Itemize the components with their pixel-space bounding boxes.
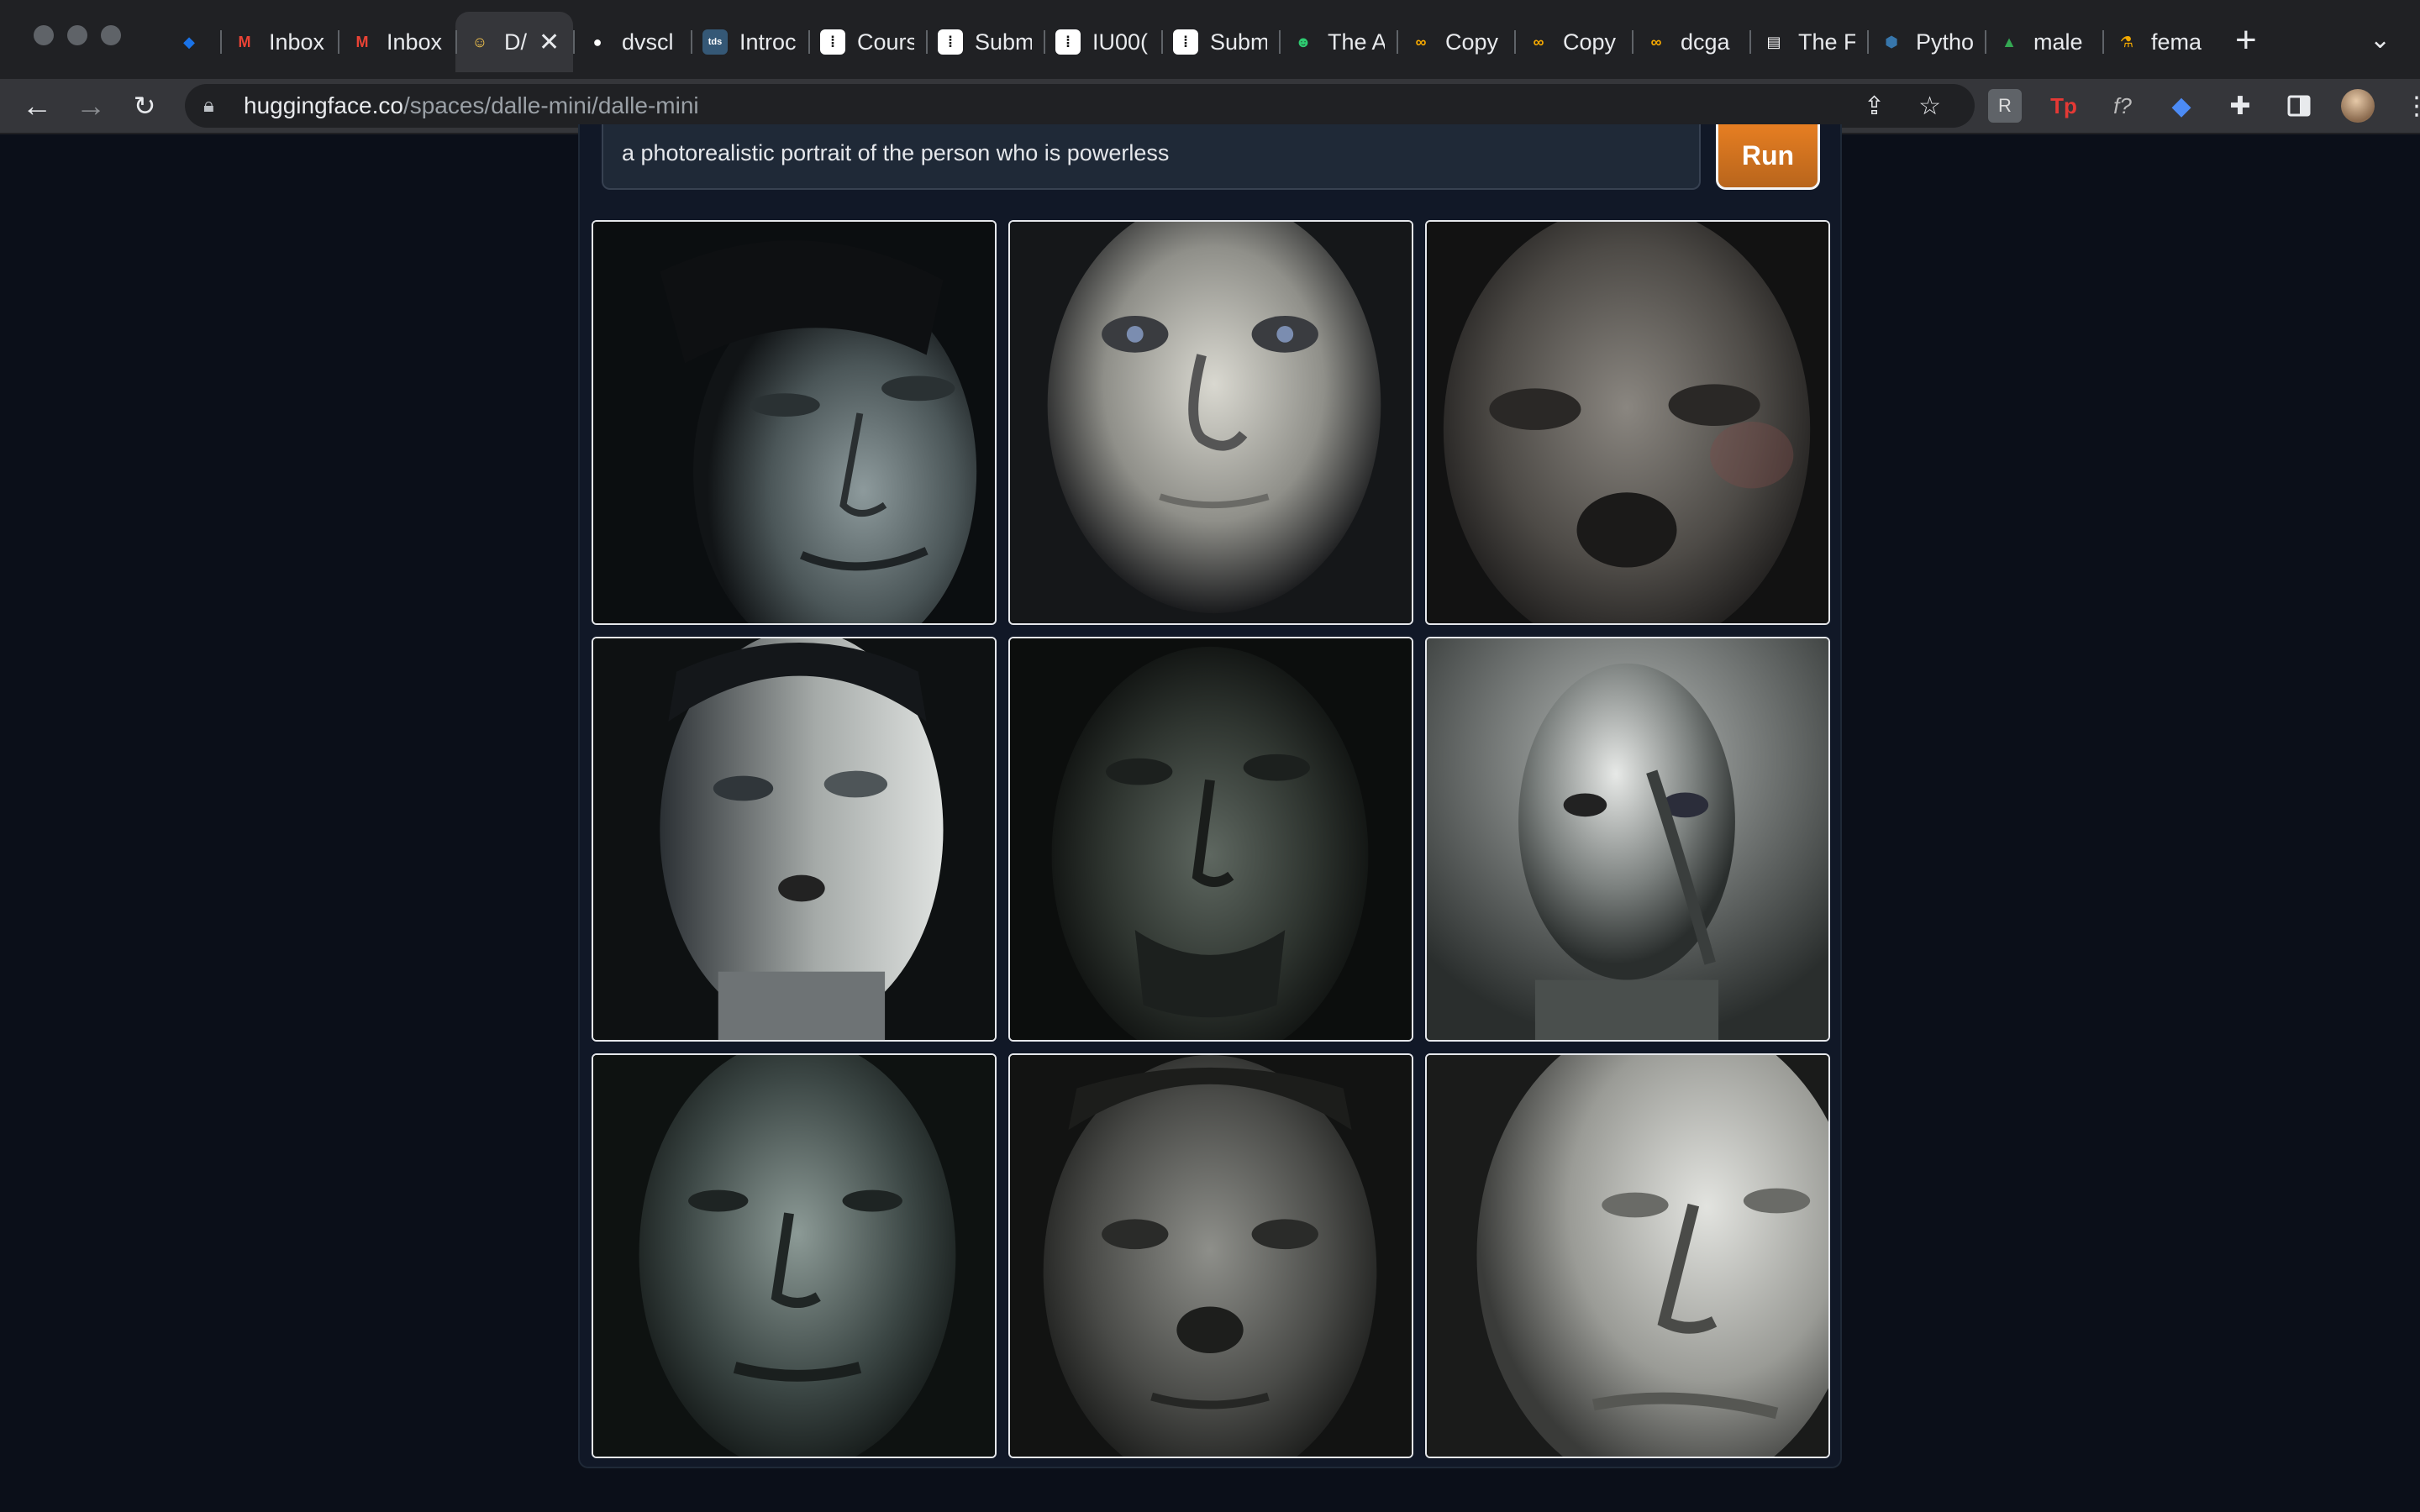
tds-icon: tds	[702, 29, 728, 55]
gmail-icon: M	[238, 33, 251, 50]
browser-tab-12[interactable]: ∞ Copy	[1397, 12, 1514, 72]
tab-title: dvscl	[622, 29, 674, 55]
github-icon: ●	[592, 33, 602, 50]
flask-icon: ⚗	[2119, 33, 2134, 50]
prompt-input[interactable]: a photorealistic portrait of the person …	[602, 124, 1701, 190]
generated-image-5[interactable]	[1008, 637, 1413, 1042]
minimize-window-button[interactable]	[67, 25, 87, 45]
run-button[interactable]: Run	[1716, 124, 1820, 190]
browser-tab-1[interactable]: ◆	[165, 12, 220, 72]
browser-tab-9[interactable]: ⁞ IU00(	[1044, 12, 1161, 72]
browser-tab-15[interactable]: ▤ The F	[1749, 12, 1867, 72]
window-controls	[34, 25, 121, 45]
tab-search-chevron-icon[interactable]: ⌄	[2370, 25, 2391, 55]
new-tab-button[interactable]: +	[2235, 22, 2257, 59]
browser-tab-8[interactable]: ⁞ Subm	[926, 12, 1044, 72]
gem-extension-icon[interactable]: ◆	[2165, 89, 2198, 123]
colab-icon: ∞	[1533, 33, 1544, 50]
browser-tab-2[interactable]: M Inbox	[220, 12, 338, 72]
generated-image-1[interactable]	[592, 220, 997, 625]
browser-menu-icon[interactable]: ⋮	[2400, 89, 2420, 123]
gem-icon: ◆	[183, 33, 195, 50]
browser-tab-13[interactable]: ∞ Copy	[1514, 12, 1632, 72]
generated-image-7[interactable]	[592, 1053, 997, 1458]
colab-icon: ∞	[1415, 33, 1427, 50]
generated-image-9[interactable]	[1425, 1053, 1830, 1458]
tab-title: The A	[1328, 29, 1385, 55]
tab-title: Cours	[857, 29, 914, 55]
tab-title: Subm	[975, 29, 1032, 55]
gmail-icon: M	[355, 33, 369, 50]
hugging-face-icon: ☺	[471, 33, 488, 50]
url-host: huggingface.co	[244, 92, 403, 118]
generated-image-6[interactable]	[1425, 637, 1830, 1042]
browser-tab-6[interactable]: tds Introc	[691, 12, 808, 72]
bookmark-star-icon[interactable]: ☆	[1918, 92, 1941, 121]
course-icon: ⁞	[1055, 29, 1081, 55]
tab-list: ◆ M Inbox M Inbox ☺ D/ ✕ ● dvscl tds Introc ⁞ Cours ⁞ S…	[165, 12, 2220, 72]
tab-title: Pytho	[1916, 29, 1973, 55]
tab-title: Inbox	[387, 29, 443, 55]
browser-tab-10[interactable]: ⁞ Subm	[1161, 12, 1279, 72]
side-panel-icon[interactable]	[2282, 89, 2316, 123]
course-icon: ⁞	[938, 29, 963, 55]
tab-title: IU00(	[1092, 29, 1149, 55]
back-arrow-icon[interactable]: ←	[18, 87, 55, 124]
maximize-window-button[interactable]	[101, 25, 121, 45]
tab-title: The F	[1798, 29, 1855, 55]
python-icon: ⬢	[1885, 33, 1898, 50]
close-tab-icon[interactable]: ✕	[539, 28, 560, 57]
lock-icon: 🔒︎	[203, 94, 214, 117]
forward-arrow-icon[interactable]: →	[72, 87, 109, 124]
tab-title: male	[2033, 29, 2083, 55]
generated-image-8[interactable]	[1008, 1053, 1413, 1458]
browser-tab-11[interactable]: ☻ The A	[1279, 12, 1397, 72]
share-icon[interactable]: ⇪	[1864, 92, 1885, 121]
tab-title: Introc	[739, 29, 797, 55]
tab-title: D/	[504, 29, 527, 55]
tab-title: dcga	[1681, 29, 1730, 55]
browser-tab-18[interactable]: ⚗ fema	[2102, 12, 2220, 72]
puzzle-extensions-icon[interactable]: ✚	[2223, 89, 2257, 123]
browser-tab-3[interactable]: M Inbox	[338, 12, 455, 72]
generated-image-2[interactable]	[1008, 220, 1413, 625]
drive-icon: ▲	[2002, 33, 2017, 50]
browser-tab-16[interactable]: ⬢ Pytho	[1867, 12, 1985, 72]
browser-tab-7[interactable]: ⁞ Cours	[808, 12, 926, 72]
dalle-mini-panel: a photorealistic portrait of the person …	[578, 124, 1842, 1468]
extension-formula-icon[interactable]: f?	[2106, 89, 2139, 123]
browser-tab-17[interactable]: ▲ male	[1985, 12, 2102, 72]
colab-icon: ∞	[1650, 33, 1662, 50]
tab-title: Copy	[1445, 29, 1499, 55]
course-icon: ⁞	[1173, 29, 1198, 55]
browser-tab-4[interactable]: ☺ D/ ✕	[455, 12, 573, 72]
profile-avatar[interactable]	[2341, 89, 2375, 123]
generated-image-4[interactable]	[592, 637, 997, 1042]
tab-title: Inbox	[269, 29, 325, 55]
url-path: /spaces/dalle-mini/dalle-mini	[402, 92, 699, 118]
generated-images-grid	[592, 220, 1832, 1458]
paper-icon: ▤	[1766, 33, 1781, 50]
tab-title: fema	[2151, 29, 2202, 55]
browser-tab-14[interactable]: ∞ dcga	[1632, 12, 1749, 72]
extension-r-icon[interactable]: R	[1988, 89, 2022, 123]
extensions-area: R Tp f? ◆ ✚ ⋮	[1988, 87, 2420, 124]
course-icon: ⁞	[820, 29, 845, 55]
tab-title: Subm	[1210, 29, 1267, 55]
close-window-button[interactable]	[34, 25, 54, 45]
robot-icon: ☻	[1295, 33, 1312, 50]
address-bar[interactable]: 🔒︎ huggingface.co /spaces/dalle-mini/dal…	[185, 84, 1975, 128]
reload-icon[interactable]: ↻	[126, 87, 163, 124]
tab-title: Copy	[1563, 29, 1617, 55]
browser-tab-5[interactable]: ● dvscl	[573, 12, 691, 72]
generated-image-3[interactable]	[1425, 220, 1830, 625]
browser-tab-strip: ◆ M Inbox M Inbox ☺ D/ ✕ ● dvscl tds Introc ⁞ Cours ⁞ S…	[0, 0, 2420, 79]
extension-tp-icon[interactable]: Tp	[2047, 89, 2081, 123]
